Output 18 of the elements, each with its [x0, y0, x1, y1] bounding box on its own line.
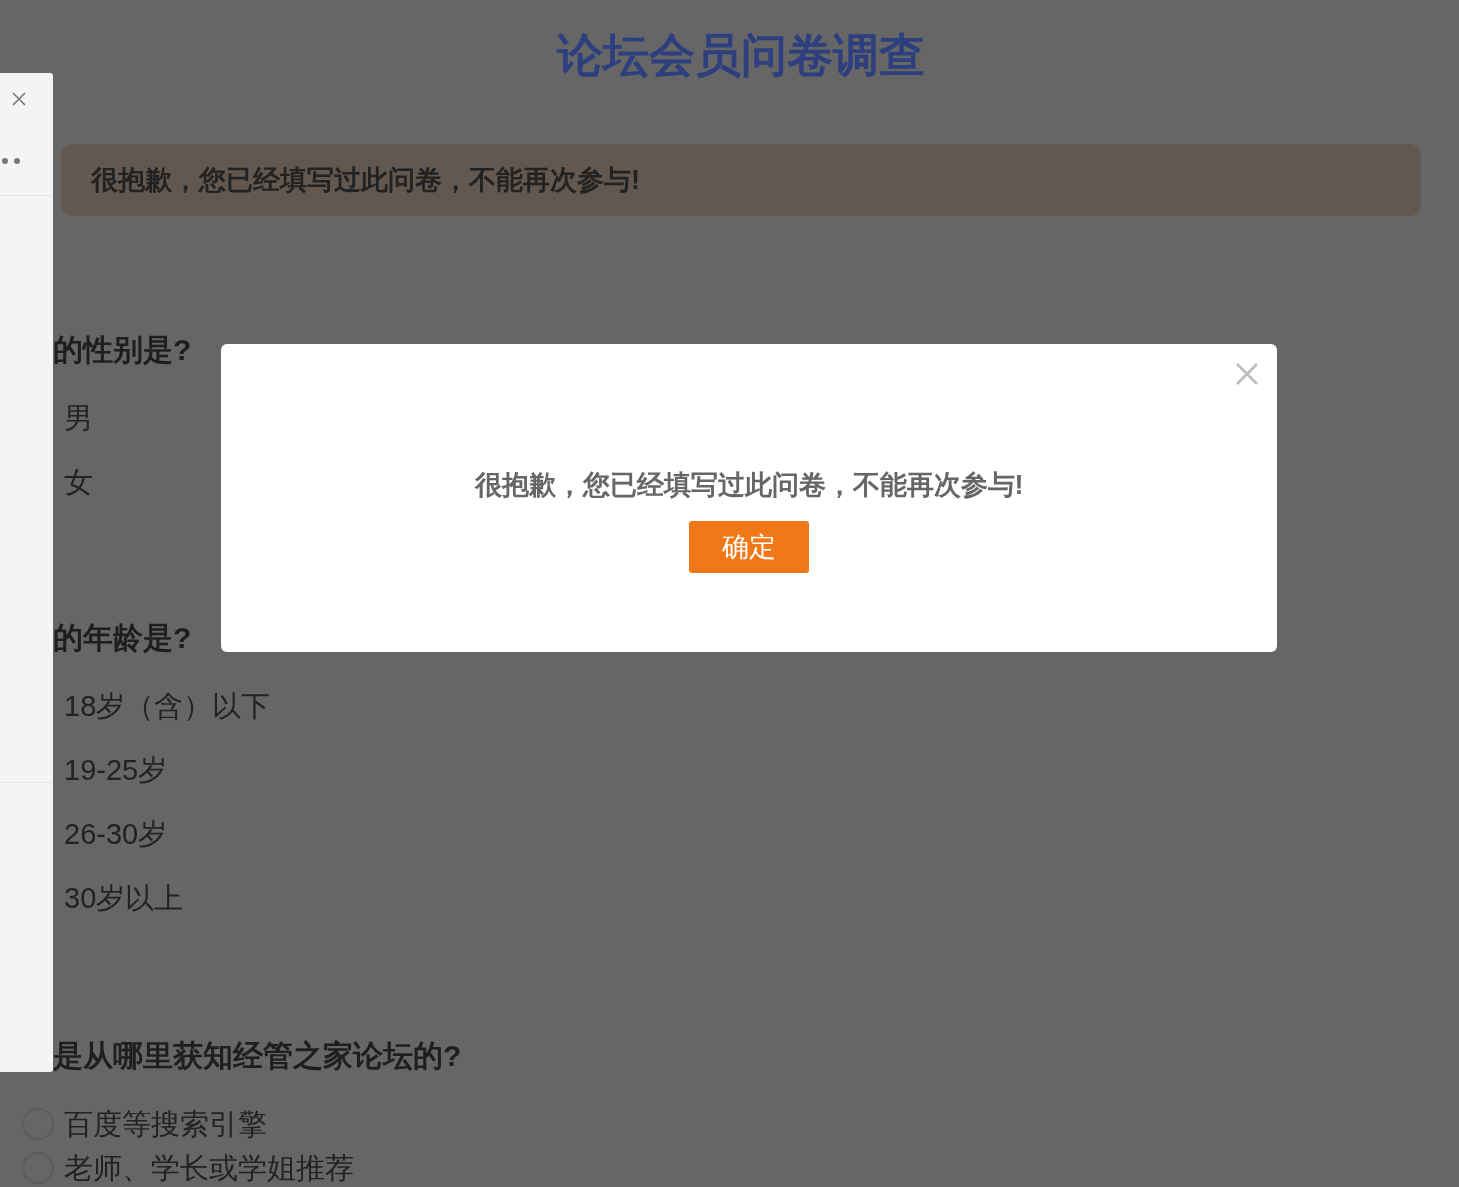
option-label[interactable]: 30岁以上 — [64, 881, 184, 915]
question-title: 是从哪里获知经管之家论坛的? — [52, 1038, 463, 1074]
option-label[interactable]: 18岁（含）以下 — [64, 689, 271, 723]
option-label[interactable]: 19-25岁 — [64, 753, 168, 787]
option-label[interactable]: 26-30岁 — [64, 817, 168, 851]
question-title: 的年龄是? — [52, 620, 193, 656]
option-label[interactable]: 百度等搜索引擎 — [64, 1107, 267, 1141]
option-label[interactable]: 女 — [64, 465, 93, 499]
option-label[interactable]: 男 — [64, 401, 93, 435]
close-button[interactable] — [1235, 362, 1259, 386]
notice-text: 很抱歉，您已经填写过此问卷，不能再次参与! — [91, 163, 640, 197]
option-label[interactable]: 老师、学长或学姐推荐 — [64, 1151, 354, 1185]
confirm-button[interactable]: 确定 — [689, 521, 809, 573]
question-title: 的性别是? — [52, 332, 193, 368]
more-icon[interactable] — [0, 157, 22, 165]
dialog-message: 很抱歉，您已经填写过此问卷，不能再次参与! — [474, 469, 1024, 502]
page-title: 论坛会员问卷调查 — [555, 28, 926, 83]
close-icon[interactable] — [11, 91, 27, 107]
